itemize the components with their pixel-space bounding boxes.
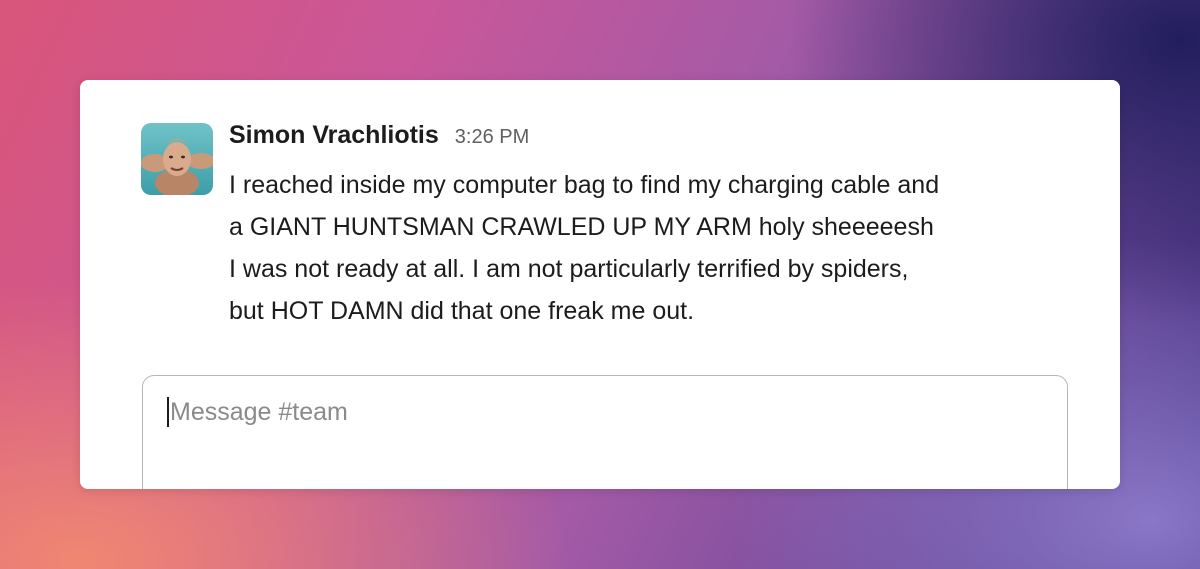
- message-input-placeholder: Message #team: [170, 397, 348, 426]
- message-header: Simon Vrachliotis 3:26 PM: [229, 121, 529, 150]
- message-text: I reached inside my computer bag to find…: [229, 171, 940, 325]
- text-caret: [167, 397, 169, 427]
- message-card: Simon Vrachliotis 3:26 PM I reached insi…: [80, 80, 1120, 489]
- avatar-photo-icon: [141, 123, 213, 195]
- message-composer[interactable]: Message #team: [142, 375, 1068, 489]
- message-timestamp[interactable]: 3:26 PM: [455, 126, 529, 149]
- author-name[interactable]: Simon Vrachliotis: [229, 121, 439, 150]
- message-input[interactable]: Message #team: [167, 397, 348, 427]
- avatar[interactable]: [141, 123, 213, 195]
